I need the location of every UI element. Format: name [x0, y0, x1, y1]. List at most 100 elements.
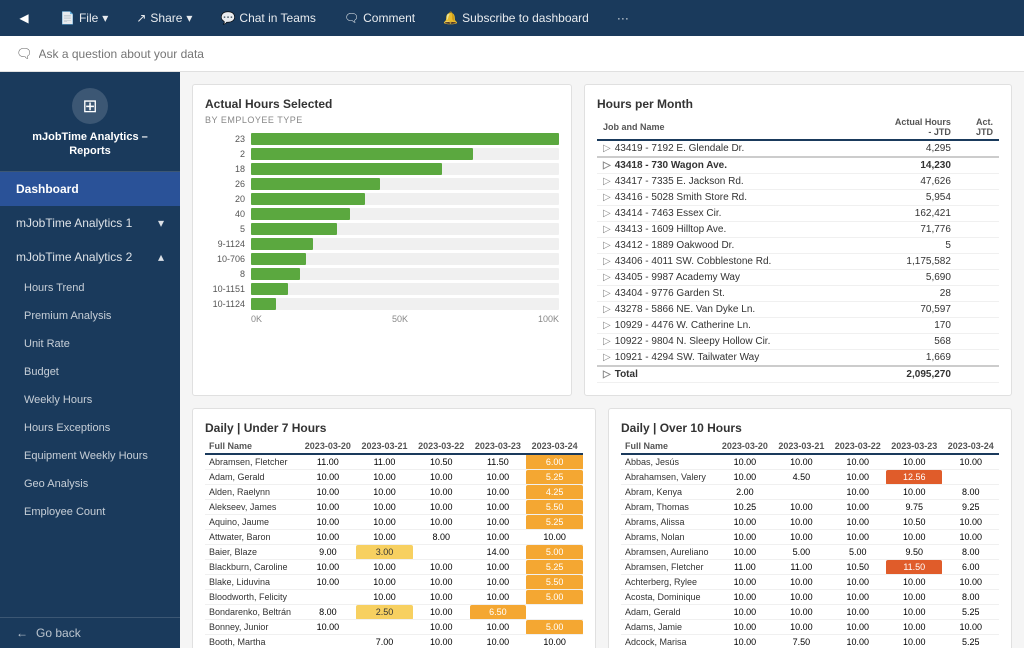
bar-fill: [251, 193, 365, 205]
question-input[interactable]: [39, 47, 339, 61]
subscribe-button[interactable]: 🔔 Subscribe to dashboard: [437, 7, 595, 29]
cell-value: 10.00: [470, 485, 527, 500]
job-name: ▷43418 - 730 Wagon Ave.: [597, 157, 858, 174]
cell-value: 11.50: [886, 560, 942, 575]
employee-name: Abram, Kenya: [621, 485, 717, 500]
cell-value: 10.50: [830, 560, 886, 575]
sidebar-item-dashboard[interactable]: Dashboard: [0, 172, 180, 206]
bar-row: 10-706: [205, 253, 559, 265]
top-bar: ◀ 📄 File ▾ ↗ Share ▾ 💬 Chat in Teams 🗨 C…: [0, 0, 1024, 36]
comment-label: Comment: [363, 11, 415, 25]
chat-label: Chat in Teams: [239, 11, 315, 25]
bar-container: [251, 163, 559, 175]
cell-value: 10.00: [773, 575, 829, 590]
cell-value: 5.25: [526, 560, 583, 575]
top-row: Actual Hours Selected BY EMPLOYEE TYPE 2…: [192, 84, 1012, 396]
actual-jtd: [957, 270, 999, 286]
cell-value: 10.00: [942, 515, 999, 530]
app-name: mJobTime Analytics –Reports: [32, 130, 148, 159]
main-layout: ⊞ mJobTime Analytics –Reports Dashboard …: [0, 72, 1024, 648]
back-arrow-icon: ←: [16, 626, 28, 640]
go-back-button[interactable]: ← Go back: [0, 617, 180, 648]
bar-row: 40: [205, 208, 559, 220]
sidebar-item-analytics1[interactable]: mJobTime Analytics 1 ▾: [0, 206, 180, 240]
table-row: ▷43406 - 4011 SW. Cobblestone Rd. 1,175,…: [597, 254, 999, 270]
cell-value: 10.00: [886, 590, 942, 605]
table-row: Adam, Gerald10.0010.0010.0010.005.25: [621, 605, 999, 620]
sidebar-item-geo[interactable]: Geo Analysis: [0, 470, 180, 498]
back-button[interactable]: ◀: [10, 4, 38, 32]
table-row: Abram, Kenya2.0010.0010.008.00: [621, 485, 999, 500]
sidebar-item-hours-trend[interactable]: Hours Trend: [0, 274, 180, 302]
bar-fill: [251, 163, 442, 175]
cell-value: [942, 470, 999, 485]
table-row: Abrams, Alissa10.0010.0010.0010.5010.00: [621, 515, 999, 530]
bar-axis: 0K 50K 100K: [205, 314, 559, 324]
share-button[interactable]: ↗ Share ▾: [130, 7, 198, 29]
actual-jtd: [957, 140, 999, 157]
actual-ytd: 70,597: [858, 302, 957, 318]
job-name: ▷10921 - 4294 SW. Tailwater Way: [597, 350, 858, 367]
cell-value: 3.00: [356, 545, 413, 560]
bar-label: 18: [205, 164, 245, 174]
cell-value: 10.00: [717, 620, 773, 635]
file-chevron: ▾: [102, 11, 108, 25]
col-date: 2023-03-21: [356, 439, 413, 454]
cell-value: 10.00: [356, 515, 413, 530]
table-row: Abbas, Jesús10.0010.0010.0010.0010.00: [621, 454, 999, 470]
sidebar-item-hours-exceptions[interactable]: Hours Exceptions: [0, 414, 180, 442]
bar-fill: [251, 208, 350, 220]
cell-value: 10.00: [830, 530, 886, 545]
table-row: ▷43404 - 9776 Garden St. 28: [597, 286, 999, 302]
sidebar-item-budget[interactable]: Budget: [0, 358, 180, 386]
more-button[interactable]: ···: [611, 7, 635, 29]
file-button[interactable]: 📄 File ▾: [54, 7, 114, 29]
chat-button[interactable]: 💬 Chat in Teams: [214, 7, 321, 29]
sidebar-item-label: Dashboard: [16, 182, 79, 196]
cell-value: 10.00: [886, 605, 942, 620]
cell-value: 10.00: [413, 500, 470, 515]
sidebar-item-equipment[interactable]: Equipment Weekly Hours: [0, 442, 180, 470]
daily-over-title: Daily | Over 10 Hours: [621, 421, 999, 435]
cell-value: 10.00: [356, 485, 413, 500]
cell-value: 10.00: [830, 620, 886, 635]
bar-row: 10-1124: [205, 298, 559, 310]
sidebar-item-employee-count[interactable]: Employee Count: [0, 498, 180, 526]
sidebar-item-analytics2[interactable]: mJobTime Analytics 2 ▴: [0, 240, 180, 274]
sidebar-item-unit-rate[interactable]: Unit Rate: [0, 330, 180, 358]
actual-ytd: 568: [858, 334, 957, 350]
subscribe-icon: 🔔: [443, 11, 458, 25]
cell-value: 5.25: [942, 605, 999, 620]
col-date: 2023-03-20: [717, 439, 773, 454]
employee-name: Adam, Gerald: [205, 470, 299, 485]
bar-row: 18: [205, 163, 559, 175]
employee-name: Bondarenko, Beltrán: [205, 605, 299, 620]
comment-button[interactable]: 🗨 Comment: [338, 7, 421, 29]
employee-name: Achterberg, Rylee: [621, 575, 717, 590]
table-row: Adam, Gerald10.0010.0010.0010.005.25: [205, 470, 583, 485]
job-name: ▷43406 - 4011 SW. Cobblestone Rd.: [597, 254, 858, 270]
bar-label: 9-1124: [205, 239, 245, 249]
sidebar-item-premium[interactable]: Premium Analysis: [0, 302, 180, 330]
cell-value: [356, 620, 413, 635]
table-row: Abrams, Nolan10.0010.0010.0010.0010.00: [621, 530, 999, 545]
cell-value: 8.00: [299, 605, 356, 620]
employee-name: Abramsen, Aureliano: [621, 545, 717, 560]
content-area: Actual Hours Selected BY EMPLOYEE TYPE 2…: [180, 72, 1024, 648]
job-name: ▷43413 - 1609 Hilltop Ave.: [597, 222, 858, 238]
bar-fill: [251, 298, 276, 310]
employee-name: Bloodworth, Felicity: [205, 590, 299, 605]
cell-value: 10.50: [413, 454, 470, 470]
actual-ytd: 5: [858, 238, 957, 254]
sidebar-item-weekly-hours[interactable]: Weekly Hours: [0, 386, 180, 414]
bar-row: 26: [205, 178, 559, 190]
col-date: 2023-03-24: [942, 439, 999, 454]
cell-value: 10.00: [299, 620, 356, 635]
table-row: Acosta, Dominique10.0010.0010.0010.008.0…: [621, 590, 999, 605]
actual-ytd: 71,776: [858, 222, 957, 238]
cell-value: 9.75: [886, 500, 942, 515]
col-date: 2023-03-22: [413, 439, 470, 454]
cell-value: 10.00: [356, 590, 413, 605]
hours-title: Hours per Month: [597, 97, 999, 111]
actual-jtd: [957, 222, 999, 238]
